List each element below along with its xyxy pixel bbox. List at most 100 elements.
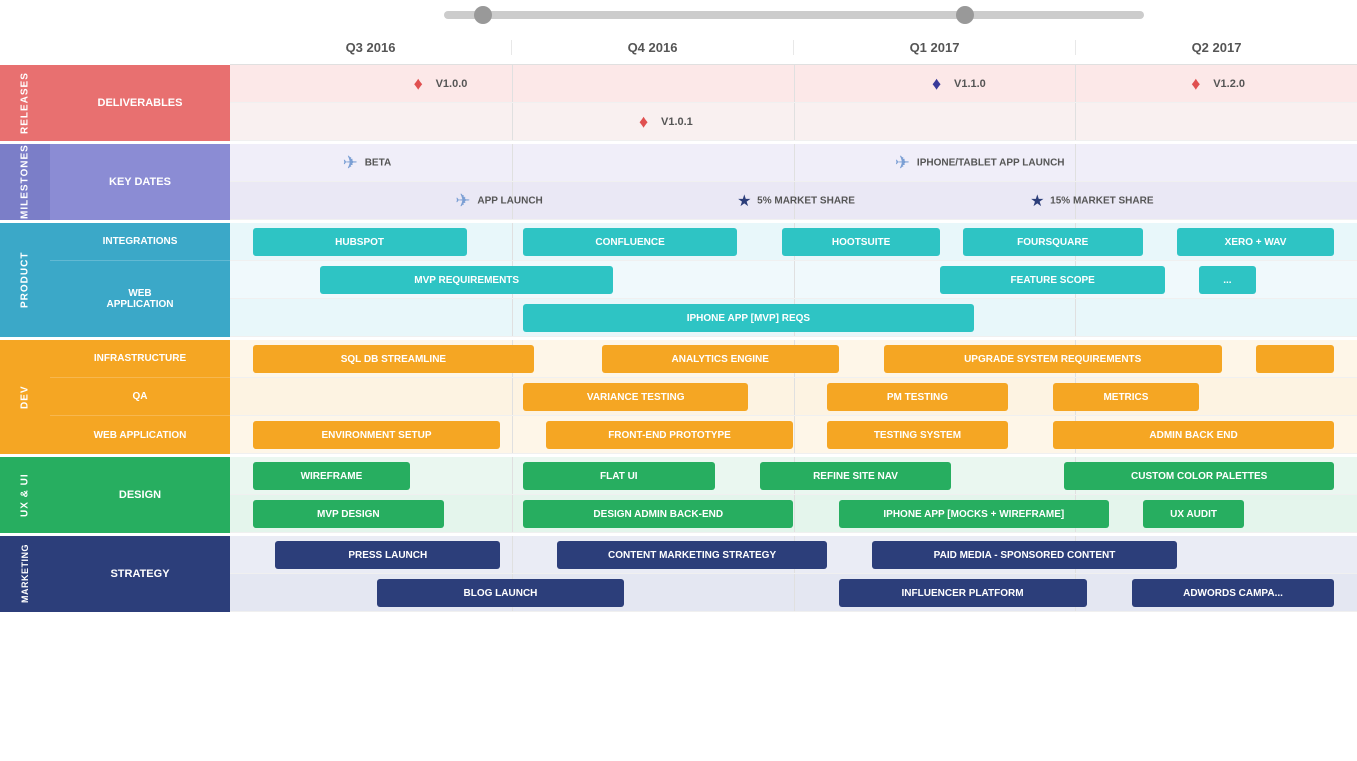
bar-analytics: ANALYTICS ENGINE bbox=[602, 345, 839, 373]
ux-left: UX & UI DESIGN bbox=[0, 457, 230, 533]
marketing-tl-row-0: PRESS LAUNCH CONTENT MARKETING STRATEGY … bbox=[230, 536, 1357, 574]
bar-color-palettes: CUSTOM COLOR PALETTES bbox=[1064, 462, 1334, 490]
label-iphone-launch: IPHONE/TABLET APP LAUNCH bbox=[917, 157, 1065, 168]
bar-mvp-req: MVP REQUIREMENTS bbox=[320, 266, 613, 294]
bar-testing-sys: TESTING SYSTEM bbox=[827, 421, 1007, 449]
slider-row bbox=[230, 0, 1357, 30]
bar-pm-testing: PM TESTING bbox=[827, 383, 1007, 411]
label-5pct: 5% MARKET SHARE bbox=[757, 195, 855, 206]
ux-timeline: WIREFRAME FLAT UI REFINE SITE NAV CUSTOM… bbox=[230, 457, 1357, 533]
label-15pct: 15% MARKET SHARE bbox=[1050, 195, 1153, 206]
ux-labels: DESIGN bbox=[50, 457, 230, 533]
product-timeline: HUBSPOT CONFLUENCE HOOTSUITE FOURSQUARE … bbox=[230, 223, 1357, 337]
dev-tl-qa: VARIANCE TESTING PM TESTING METRICS bbox=[230, 378, 1357, 416]
releases-tag: RELEASES bbox=[0, 65, 50, 141]
diamond-v100: ♦ bbox=[414, 73, 423, 94]
bar-metrics: METRICS bbox=[1053, 383, 1200, 411]
milestones-timeline: ✈ BETA ✈ IPHONE/TABLET APP LAUNCH ✈ APP … bbox=[230, 144, 1357, 220]
milestones-label-keydates: KEY DATES bbox=[50, 144, 230, 220]
label-v101: V1.0.1 bbox=[661, 116, 693, 128]
marketing-tl-row-1: BLOG LAUNCH INFLUENCER PLATFORM ADWORDS … bbox=[230, 574, 1357, 612]
bar-design-admin: DESIGN ADMIN BACK-END bbox=[523, 500, 793, 528]
bar-upgrade-more bbox=[1256, 345, 1335, 373]
diamond-v101: ♦ bbox=[639, 111, 648, 132]
bar-feature-scope: FEATURE SCOPE bbox=[940, 266, 1165, 294]
milestones-tag: MILESTONES bbox=[0, 144, 50, 220]
slider-track[interactable] bbox=[444, 11, 1144, 19]
diamond-v120: ♦ bbox=[1191, 73, 1200, 94]
dev-label-infra: INFRASTRUCTURE bbox=[50, 340, 230, 378]
dev-timeline: SQL DB STREAMLINE ANALYTICS ENGINE UPGRA… bbox=[230, 340, 1357, 454]
bar-content-marketing: CONTENT MARKETING STRATEGY bbox=[557, 541, 827, 569]
product-left: PRODUCT INTEGRATIONS WEBAPPLICATION bbox=[0, 223, 230, 337]
releases-left: RELEASES DELIVERABLES bbox=[0, 65, 230, 141]
quarter-q2-2017: Q2 2017 bbox=[1076, 40, 1357, 55]
product-labels: INTEGRATIONS WEBAPPLICATION bbox=[50, 223, 230, 337]
icon-beta: ✈ bbox=[343, 152, 358, 173]
dev-tag: DEV bbox=[0, 340, 50, 454]
slider-thumb-right[interactable] bbox=[956, 6, 974, 24]
diamond-v110: ♦ bbox=[932, 73, 941, 94]
product-section: PRODUCT INTEGRATIONS WEBAPPLICATION HUBS… bbox=[0, 223, 1357, 340]
marketing-left: MARKETING STRATEGY bbox=[0, 536, 230, 612]
label-v120: V1.2.0 bbox=[1213, 78, 1245, 90]
bar-confluence: CONFLUENCE bbox=[523, 228, 737, 256]
bar-iphone-mvp: IPHONE APP [MVP] REQS bbox=[523, 304, 974, 332]
releases-timeline: ♦ V1.0.0 ♦ V1.1.0 ♦ V1.2.0 ♦ V1.0.1 bbox=[230, 65, 1357, 141]
releases-tl-row-0: ♦ V1.0.0 ♦ V1.1.0 ♦ V1.2.0 bbox=[230, 65, 1357, 103]
dev-label-webapp: WEB APPLICATION bbox=[50, 416, 230, 454]
product-tl-integrations: HUBSPOT CONFLUENCE HOOTSUITE FOURSQUARE … bbox=[230, 223, 1357, 261]
bar-refine-nav: REFINE SITE NAV bbox=[760, 462, 952, 490]
milestones-left: MILESTONES KEY DATES bbox=[0, 144, 230, 220]
bar-upgrade: UPGRADE SYSTEM REQUIREMENTS bbox=[884, 345, 1222, 373]
releases-labels: DELIVERABLES bbox=[50, 65, 230, 141]
marketing-section: MARKETING STRATEGY PRESS LAUNCH CONTENT … bbox=[0, 536, 1357, 612]
bar-hootsuite: HOOTSUITE bbox=[782, 228, 940, 256]
ux-label-design: DESIGN bbox=[50, 457, 230, 533]
milestones-labels: KEY DATES bbox=[50, 144, 230, 220]
dev-tl-webapp: ENVIRONMENT SETUP FRONT-END PROTOTYPE TE… bbox=[230, 416, 1357, 454]
releases-label-deliverables: DELIVERABLES bbox=[50, 65, 230, 141]
bar-iphone-mocks: IPHONE APP [MOCKS + WIREFRAME] bbox=[839, 500, 1109, 528]
bar-sql: SQL DB STREAMLINE bbox=[253, 345, 535, 373]
releases-section: RELEASES DELIVERABLES ♦ V1.0.0 ♦ V1.1.0 … bbox=[0, 65, 1357, 144]
label-v110: V1.1.0 bbox=[954, 78, 986, 90]
bar-feature-more: ... bbox=[1199, 266, 1255, 294]
bar-press-launch: PRESS LAUNCH bbox=[275, 541, 500, 569]
bar-env-setup: ENVIRONMENT SETUP bbox=[253, 421, 501, 449]
bar-frontend: FRONT-END PROTOTYPE bbox=[546, 421, 794, 449]
bar-adwords: ADWORDS CAMPA... bbox=[1132, 579, 1335, 607]
marketing-timeline: PRESS LAUNCH CONTENT MARKETING STRATEGY … bbox=[230, 536, 1357, 612]
bar-paid-media: PAID MEDIA - SPONSORED CONTENT bbox=[872, 541, 1176, 569]
slider-thumb-left[interactable] bbox=[474, 6, 492, 24]
releases-tl-row-1: ♦ V1.0.1 bbox=[230, 103, 1357, 141]
bar-blog-launch: BLOG LAUNCH bbox=[377, 579, 625, 607]
marketing-label-strategy: STRATEGY bbox=[50, 536, 230, 612]
icon-app-launch: ✈ bbox=[455, 190, 470, 211]
label-beta: BETA bbox=[365, 157, 391, 168]
product-tl-iphone: IPHONE APP [MVP] REQS bbox=[230, 299, 1357, 337]
dev-left: DEV INFRASTRUCTURE QA WEB APPLICATION bbox=[0, 340, 230, 454]
milestones-section: MILESTONES KEY DATES ✈ BETA ✈ IPHONE/TAB… bbox=[0, 144, 1357, 223]
quarter-q1-2017: Q1 2017 bbox=[794, 40, 1076, 55]
dev-tl-infra: SQL DB STREAMLINE ANALYTICS ENGINE UPGRA… bbox=[230, 340, 1357, 378]
bar-wireframe: WIREFRAME bbox=[253, 462, 411, 490]
bar-hubspot: HUBSPOT bbox=[253, 228, 467, 256]
bar-ux-audit: UX AUDIT bbox=[1143, 500, 1244, 528]
product-tag: PRODUCT bbox=[0, 223, 50, 337]
milestones-tl-row-1: ✈ APP LAUNCH ★ 5% MARKET SHARE ★ 15% MAR… bbox=[230, 182, 1357, 220]
icon-5pct: ★ bbox=[737, 191, 751, 211]
bar-variance: VARIANCE TESTING bbox=[523, 383, 748, 411]
ux-tl-row-0: WIREFRAME FLAT UI REFINE SITE NAV CUSTOM… bbox=[230, 457, 1357, 495]
label-app-launch: APP LAUNCH bbox=[477, 195, 542, 206]
bar-admin-back: ADMIN BACK END bbox=[1053, 421, 1335, 449]
ux-tl-row-1: MVP DESIGN DESIGN ADMIN BACK-END IPHONE … bbox=[230, 495, 1357, 533]
bar-mvp-design: MVP DESIGN bbox=[253, 500, 445, 528]
icon-iphone-launch: ✈ bbox=[895, 152, 910, 173]
ux-tag: UX & UI bbox=[0, 457, 50, 533]
bar-influencer: INFLUENCER PLATFORM bbox=[839, 579, 1087, 607]
dev-section: DEV INFRASTRUCTURE QA WEB APPLICATION SQ… bbox=[0, 340, 1357, 457]
icon-15pct: ★ bbox=[1030, 191, 1044, 211]
bar-xero: XERO + WAV bbox=[1177, 228, 1335, 256]
dev-label-qa: QA bbox=[50, 378, 230, 416]
